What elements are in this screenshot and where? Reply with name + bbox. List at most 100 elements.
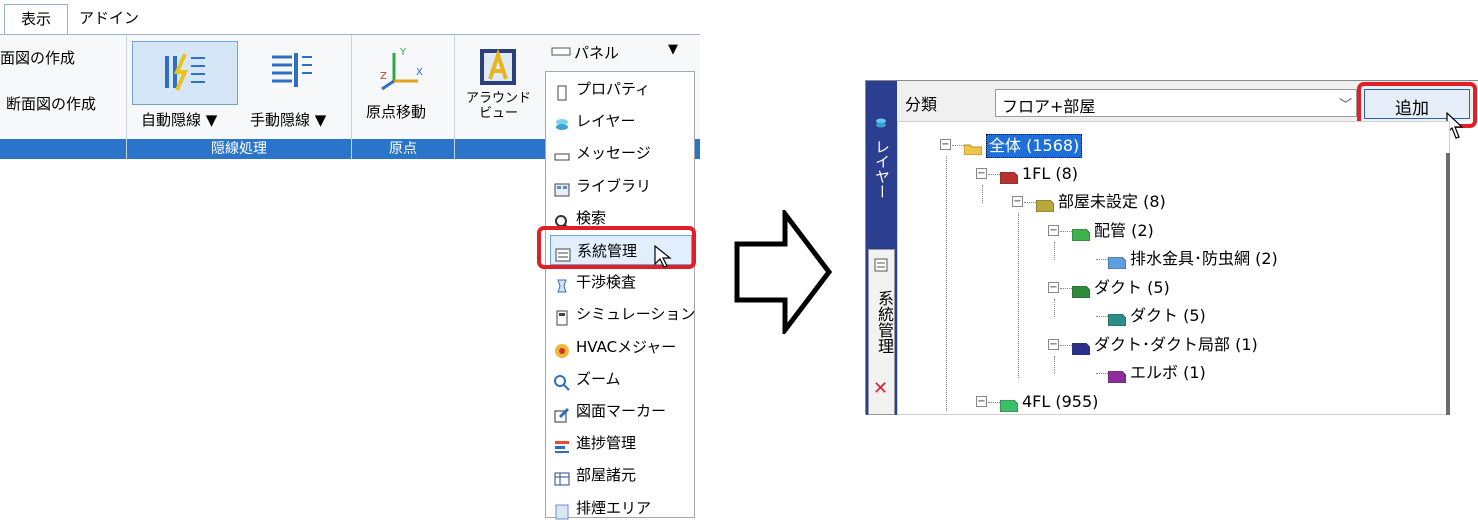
group-label-hidden-line: 隠線処理: [127, 139, 351, 159]
auto-hidden-line-label[interactable]: 自動隠線 ▼: [141, 109, 217, 130]
tree-node-label: ダクト･ダクト局部 (1): [1094, 334, 1258, 354]
collapse-toggle[interactable]: −: [976, 167, 987, 179]
category-label: 分類: [905, 95, 938, 114]
group-bar-view: [455, 139, 545, 159]
origin-move-button[interactable]: 原点移動: [366, 101, 426, 122]
menu-item[interactable]: 進捗管理: [550, 428, 692, 458]
hvac-icon: [554, 339, 570, 358]
create-elevation-button[interactable]: 面図の作成: [0, 47, 75, 68]
library-icon: [554, 178, 570, 197]
tag-icon: [999, 396, 1019, 412]
folder-icon: [963, 139, 983, 156]
tree-node-label: ダクト (5): [1130, 306, 1206, 325]
layer-tab-icon: [876, 118, 886, 128]
panel-dropdown-arrow[interactable]: ▼: [668, 42, 678, 57]
menu-item-label: 干渉検査: [576, 273, 637, 292]
menu-item[interactable]: メッセージ: [550, 138, 692, 168]
menu-item[interactable]: 排煙エリア: [550, 493, 692, 520]
tree-connector: [1018, 213, 1019, 378]
collapse-toggle[interactable]: −: [1048, 224, 1059, 236]
menu-item[interactable]: ライブラリ: [550, 171, 692, 201]
menu-item[interactable]: ズーム: [550, 364, 692, 394]
tree-node-label: エルボ (1): [1130, 363, 1206, 382]
tab-layer[interactable]: レイヤー: [872, 139, 893, 199]
tab-system-manage[interactable]: 系統管理 ✕: [868, 249, 895, 415]
collapse-toggle[interactable]: −: [1048, 338, 1059, 350]
tag-icon: [1107, 310, 1127, 327]
tree-connector: [1024, 202, 1036, 203]
tree-node-label: 全体 (1568): [986, 134, 1083, 158]
menu-item-label: ライブラリ: [576, 176, 652, 195]
collapse-toggle[interactable]: −: [940, 139, 951, 150]
close-icon[interactable]: ✕: [873, 378, 888, 399]
menu-item-label: シミュレーション: [576, 305, 696, 324]
tree-connector: [1054, 298, 1055, 317]
zoom-icon: [554, 371, 570, 391]
tree-connector: [988, 173, 1000, 175]
system-manage-panel: レイヤー 系統管理 ✕ 分類 フロア+部屋 ﹀ 追加 − 全体 (1568) −…: [865, 80, 1478, 415]
menu-item[interactable]: 図面マーカー: [550, 396, 692, 426]
svg-text:X: X: [416, 67, 423, 78]
panel-dropdown[interactable]: パネル: [574, 42, 619, 63]
menu-item[interactable]: レイヤー: [550, 106, 692, 136]
menu-item-label: 排煙エリア: [576, 498, 652, 517]
panel-toolbar: 分類 フロア+部屋 ﹀ 追加: [897, 81, 1478, 139]
auto-hidden-line-button[interactable]: [132, 41, 238, 105]
panel-menu: プロパティ レイヤー メッセージ ライブラリ 検索 系統管理 干渉検査 シミュレーション HVA…: [545, 71, 696, 520]
tree-connector: [1060, 344, 1072, 346]
tree-connector: [1096, 316, 1108, 317]
tag-icon: [1107, 367, 1127, 384]
tree-connector: [988, 401, 1000, 403]
around-view-button[interactable]: アラウンド ビュー: [466, 91, 531, 121]
tag-icon: [999, 168, 1019, 184]
tag-icon: [1071, 282, 1091, 298]
message-icon: [554, 145, 570, 161]
tag-icon: [1035, 196, 1055, 213]
category-select[interactable]: フロア+部屋 ﹀: [995, 89, 1357, 117]
menu-item[interactable]: 干渉検査: [550, 267, 692, 297]
menu-item[interactable]: プロパティ: [550, 74, 692, 104]
tree-connector: [1054, 241, 1055, 260]
svg-text:Z: Z: [380, 71, 387, 82]
smoke-area-icon: [554, 500, 570, 520]
chevron-down-icon[interactable]: ﹀: [1339, 94, 1352, 113]
menu-item-label: 部屋諸元: [576, 466, 637, 485]
menu-item[interactable]: 部屋諸元: [550, 460, 692, 490]
tree-connector: [946, 156, 947, 411]
tag-icon: [1071, 339, 1091, 355]
tab-view[interactable]: 表示: [4, 4, 68, 34]
tree-connector: [1054, 355, 1055, 374]
menu-item[interactable]: HVACメジャー: [550, 332, 692, 362]
manual-hidden-line-button[interactable]: 手動隠線 ▼: [250, 109, 326, 130]
create-section-button[interactable]: 断面図の作成: [6, 93, 96, 114]
menu-item-label: メッセージ: [576, 144, 651, 163]
svg-text:Y: Y: [399, 47, 407, 58]
tree-connector: [1096, 259, 1108, 260]
search-icon: [554, 210, 570, 230]
menu-item-label: ズーム: [576, 369, 621, 388]
simulation-icon: [554, 306, 570, 326]
menu-item-label: 進捗管理: [576, 434, 637, 453]
tree-scrollbar[interactable]: [1446, 153, 1450, 415]
layer-icon: [554, 113, 570, 131]
collapse-toggle[interactable]: −: [976, 395, 987, 407]
collapse-toggle[interactable]: −: [1012, 196, 1023, 207]
system-tree: − 全体 (1568) − 1FL (8) − 部屋未設定 (8) − 配管 (2) 排水金具･…: [897, 121, 1450, 415]
menu-item[interactable]: シミュレーション: [550, 299, 696, 329]
collapse-toggle[interactable]: −: [1048, 281, 1059, 293]
tab-addin[interactable]: アドイン: [74, 4, 144, 34]
tree-connector: [952, 145, 964, 146]
system-manage-tab-icon: [874, 258, 888, 272]
tag-icon: [1107, 253, 1127, 270]
menu-item-label: プロパティ: [576, 80, 651, 98]
room-spec-icon: [554, 467, 570, 486]
hidden-line-icon: [165, 53, 205, 91]
ribbon-tab-bar: 表示 アドイン: [0, 0, 700, 34]
tree-node-label: ダクト (5): [1094, 277, 1170, 297]
menu-item-label: レイヤー: [576, 112, 636, 131]
tree-node-label: 1FL (8): [1022, 163, 1079, 183]
progress-icon: [554, 435, 570, 454]
tree-node-label: 配管 (2): [1094, 220, 1154, 240]
tag-icon: [1071, 225, 1091, 241]
big-right-arrow-icon: [734, 210, 833, 334]
